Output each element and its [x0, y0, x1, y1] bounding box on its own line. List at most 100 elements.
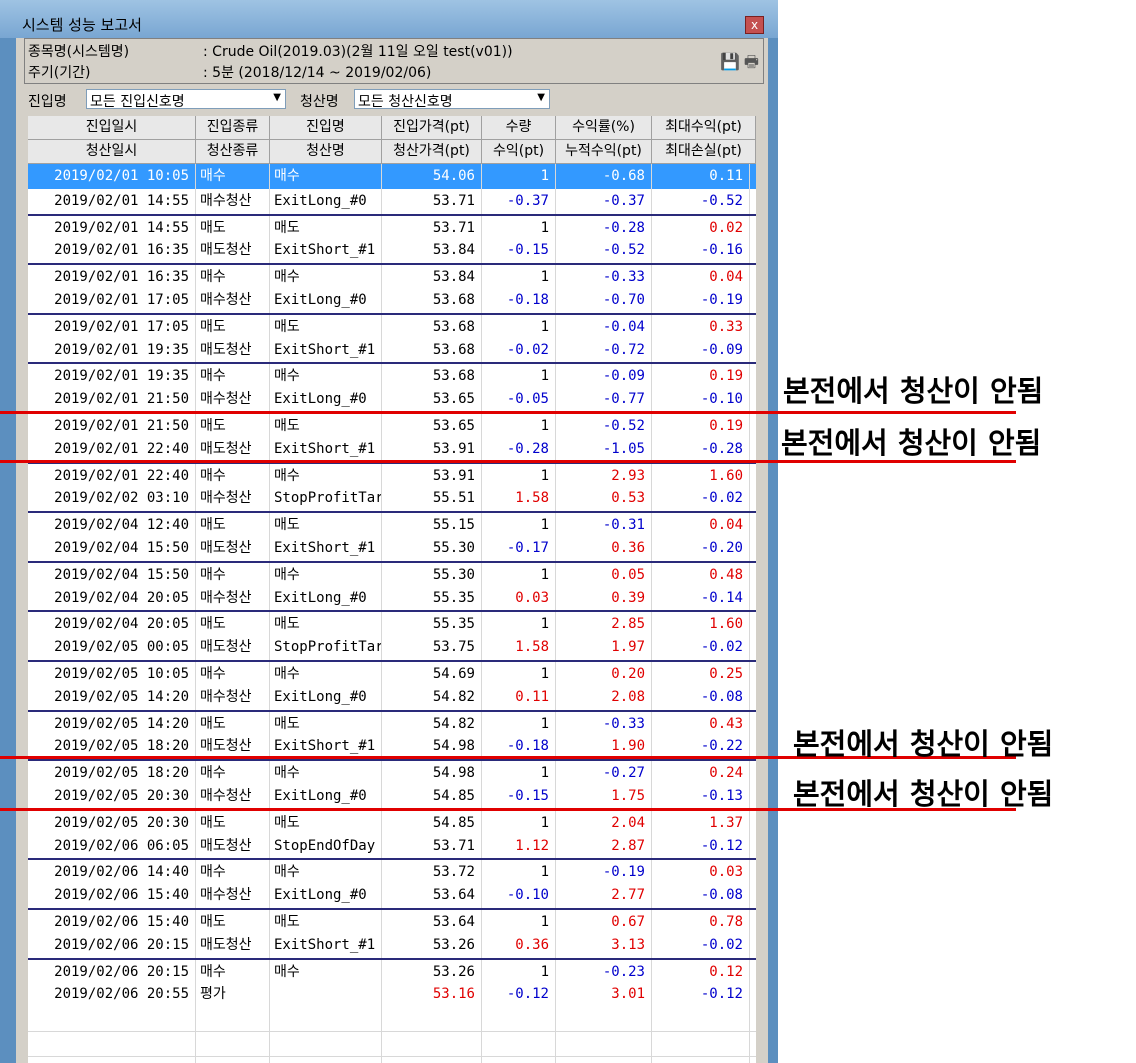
table-cell: 3.13 [556, 932, 652, 958]
table-cell: -0.52 [556, 238, 652, 264]
table-cell: 0.67 [556, 910, 652, 935]
table-cell: 매도 [196, 414, 270, 439]
column-header[interactable]: 청산일시 [28, 140, 196, 164]
table-cell: 54.06 [382, 164, 482, 189]
table-cell: 54.85 [382, 810, 482, 836]
column-header[interactable]: 진입가격(pt) [382, 116, 482, 140]
table-row[interactable]: 2019/02/06 15:40 매수청산 ExitLong_#0 53.64 -0.1… [28, 883, 756, 909]
empty-cell [382, 1032, 482, 1057]
table-cell: 매수청산 [196, 188, 270, 214]
entry-filter-select[interactable]: 모든 진입신호명 ▼ [86, 89, 286, 110]
table-cell: 매수 [196, 562, 270, 588]
table-row[interactable]: 2019/02/05 20:30 매수청산 ExitLong_#0 54.85 -0.1… [28, 784, 756, 809]
table-row[interactable]: 2019/02/02 03:10 매수청산 StopProfitTar: 55.51 1… [28, 486, 756, 512]
table-cell: 매수 [196, 164, 270, 189]
table-row[interactable]: 2019/02/01 17:05 매도 매도 53.68 1 -0.04 0.33 [28, 312, 756, 340]
table-row[interactable]: 2019/02/04 15:50 매수 매수 55.30 1 0.05 0.48 [28, 560, 756, 588]
table-row[interactable]: 2019/02/01 14:55 매수청산 ExitLong_#0 53.71 -0.3… [28, 188, 756, 214]
table-cell: 55.30 [382, 536, 482, 561]
table-row[interactable]: 2019/02/05 18:20 매수 매수 54.98 1 -0.27 0.24 [28, 759, 756, 787]
table-row[interactable]: 2019/02/01 22:40 매수 매수 53.91 1 2.93 1.60 [28, 461, 756, 489]
table-row[interactable]: 2019/02/01 22:40 매도청산 ExitShort_#1 53.91 -0.… [28, 436, 756, 462]
empty-cell [382, 1007, 482, 1033]
empty-cell [482, 1007, 556, 1033]
table-cell: 2019/02/01 19:35 [28, 364, 196, 390]
toolbar-icons: 💾 🖶 [716, 51, 759, 78]
table-cell: 2019/02/01 21:50 [28, 387, 196, 413]
close-button[interactable]: x [745, 16, 764, 34]
table-cell: 53.71 [382, 188, 482, 214]
column-header[interactable]: 진입종류 [196, 116, 270, 140]
table-row[interactable]: 2019/02/04 15:50 매도청산 ExitShort_#1 55.30 -0.… [28, 536, 756, 561]
table-cell: 1 [482, 562, 556, 588]
table-cell: 매도 [270, 910, 382, 935]
table-row[interactable]: 2019/02/05 10:05 매수 매수 54.69 1 0.20 0.25 [28, 660, 756, 687]
table-cell: ExitShort_#1 [270, 337, 382, 363]
print-icon[interactable]: 🖶 [744, 52, 759, 71]
column-header[interactable]: 최대손실(pt) [652, 140, 756, 164]
column-header[interactable]: 수익(pt) [482, 140, 556, 164]
table-row[interactable]: 2019/02/01 17:05 매수청산 ExitLong_#0 53.68 -0.1… [28, 288, 756, 313]
empty-cell [28, 1056, 196, 1063]
column-header[interactable]: 청산명 [270, 140, 382, 164]
table-cell: 매수 [196, 265, 270, 291]
column-header[interactable]: 최대수익(pt) [652, 116, 756, 140]
column-header[interactable]: 청산가격(pt) [382, 140, 482, 164]
table-cell: -0.05 [482, 387, 556, 413]
table-cell: 1.58 [482, 635, 556, 661]
entry-filter-label: 진입명 [28, 94, 67, 110]
table-row[interactable]: 2019/02/01 16:35 매도청산 ExitShort_#1 53.84 -0.… [28, 238, 756, 264]
table-row[interactable]: 2019/02/01 19:35 매수 매수 53.68 1 -0.09 0.19 [28, 362, 756, 390]
empty-row [28, 1056, 756, 1063]
table-cell: 매도 [270, 314, 382, 340]
exit-filter-select[interactable]: 모든 청산신호명 ▼ [354, 89, 550, 110]
table-row[interactable]: 2019/02/05 14:20 매도 매도 54.82 1 -0.33 0.43 [28, 709, 756, 737]
table-cell: 2019/02/01 21:50 [28, 414, 196, 439]
table-row[interactable]: 2019/02/04 12:40 매도 매도 55.15 1 -0.31 0.04 [28, 511, 756, 539]
table-cell: 2019/02/01 10:05 [28, 164, 196, 189]
table-row[interactable]: 2019/02/01 14:55 매도 매도 53.71 1 -0.28 0.02 [28, 213, 756, 241]
table-row[interactable]: 2019/02/05 00:05 매도청산 StopProfitTar: 53.75 1… [28, 635, 756, 661]
table-row[interactable]: 2019/02/04 20:05 매수청산 ExitLong_#0 55.35 0.03… [28, 585, 756, 611]
table-row[interactable]: 2019/02/01 10:05 매수 매수 54.06 1 -0.68 0.11 [28, 164, 756, 189]
table-row[interactable]: 2019/02/04 20:05 매도 매도 55.35 1 2.85 1.60 [28, 610, 756, 638]
table-cell: -0.17 [482, 536, 556, 561]
empty-cell [556, 1032, 652, 1057]
table-cell: -0.77 [556, 387, 652, 413]
table-row[interactable]: 2019/02/01 19:35 매도청산 ExitShort_#1 53.68 -0.… [28, 337, 756, 363]
table-cell: 2019/02/04 15:50 [28, 562, 196, 588]
table-row[interactable]: 2019/02/01 16:35 매수 매수 53.84 1 -0.33 0.04 [28, 263, 756, 291]
column-header[interactable]: 수익률(%) [556, 116, 652, 140]
save-icon[interactable]: 💾 [720, 52, 740, 71]
table-cell: 매도청산 [196, 932, 270, 958]
column-header[interactable]: 청산종류 [196, 140, 270, 164]
title-bar[interactable]: 시스템 성능 보고서 x [0, 0, 778, 38]
entry-filter-value: 모든 진입신호명 [90, 94, 185, 110]
table-row[interactable]: 2019/02/05 14:20 매수청산 ExitLong_#0 54.82 0.11… [28, 684, 756, 710]
table-row[interactable]: 2019/02/06 06:05 매도청산 StopEndOfDay 53.71 1.1… [28, 833, 756, 859]
table-row[interactable]: 2019/02/06 20:55 평가 53.16 -0.12 3.01 -0.12 [28, 982, 756, 1008]
empty-row [28, 1007, 756, 1033]
table-cell: 매수 [196, 662, 270, 687]
table-cell: 매도 [270, 810, 382, 836]
column-header[interactable]: 진입일시 [28, 116, 196, 140]
table-cell: -0.02 [652, 635, 750, 661]
table-row[interactable]: 2019/02/05 20:30 매도 매도 54.85 1 2.04 1.37 [28, 808, 756, 836]
table-row[interactable]: 2019/02/01 21:50 매도 매도 53.65 1 -0.52 0.19 [28, 412, 756, 439]
table-row[interactable]: 2019/02/01 21:50 매수청산 ExitLong_#0 53.65 -0.0… [28, 387, 756, 413]
table-cell: 1 [482, 265, 556, 291]
table-row[interactable]: 2019/02/06 20:15 매도청산 ExitShort_#1 53.26 0.3… [28, 932, 756, 958]
table-cell: 0.19 [652, 364, 750, 390]
column-header[interactable]: 누적수익(pt) [556, 140, 652, 164]
column-header[interactable]: 수량 [482, 116, 556, 140]
table-cell: -0.52 [556, 414, 652, 439]
table-cell: 0.78 [652, 910, 750, 935]
column-header[interactable]: 진입명 [270, 116, 382, 140]
table-row[interactable]: 2019/02/06 14:40 매수 매수 53.72 1 -0.19 0.03 [28, 858, 756, 886]
table-row[interactable]: 2019/02/06 20:15 매수 매수 53.26 1 -0.23 0.12 [28, 957, 756, 985]
table-cell: 1.60 [652, 463, 750, 489]
table-cell: 2019/02/01 17:05 [28, 314, 196, 340]
table-cell: -0.14 [652, 585, 750, 611]
table-cell: ExitShort_#1 [270, 932, 382, 958]
table-row[interactable]: 2019/02/06 15:40 매도 매도 53.64 1 0.67 0.78 [28, 908, 756, 935]
